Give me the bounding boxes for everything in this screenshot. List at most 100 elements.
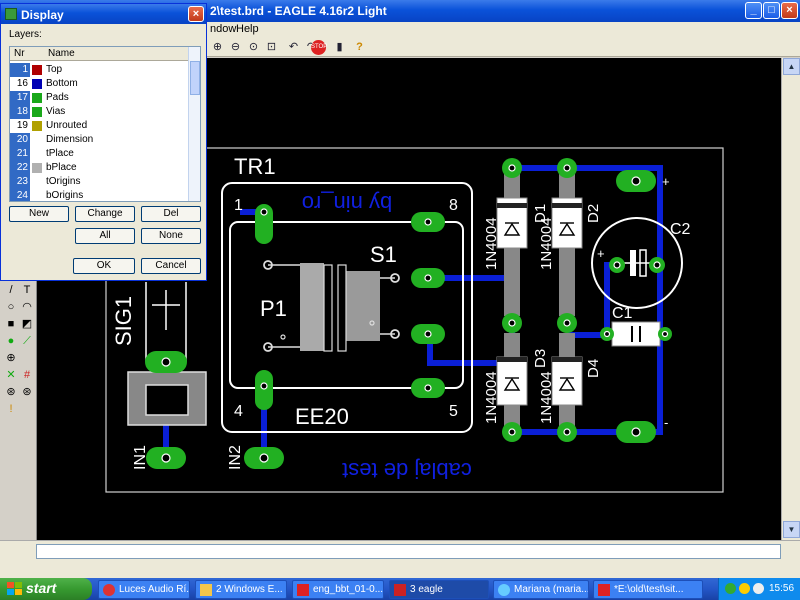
arc-tool-icon[interactable]: ◠ — [20, 301, 34, 315]
hole-tool-icon[interactable]: ⊕ — [4, 352, 18, 366]
label-c2: C2 — [670, 221, 691, 238]
messenger-icon — [498, 584, 510, 596]
ratsnest-tool-icon[interactable]: ✕ — [4, 369, 18, 383]
circle-tool-icon[interactable]: ○ — [4, 301, 18, 315]
diode-d3 — [496, 333, 528, 431]
messenger-tray-icon[interactable] — [739, 583, 750, 594]
layer-row[interactable]: 18 Vias — [10, 105, 188, 119]
task-eagle[interactable]: 3 eagle — [389, 580, 489, 599]
via-tool-icon[interactable]: ● — [4, 335, 18, 349]
del-button[interactable]: Del — [141, 206, 201, 222]
layer-row[interactable]: 19 Unrouted — [10, 119, 188, 133]
diode-d1 — [496, 170, 528, 316]
label-minus: - — [664, 415, 668, 430]
layer-row[interactable]: 16 Bottom — [10, 77, 188, 91]
scroll-down-icon[interactable]: ▼ — [783, 521, 800, 538]
diode-d4 — [551, 333, 583, 431]
all-button[interactable]: All — [75, 228, 135, 244]
layer-color-swatch — [32, 191, 42, 201]
layer-row[interactable]: 22 bPlace — [10, 161, 188, 175]
drc-tool-icon[interactable]: ⊛ — [4, 386, 18, 400]
menu-window[interactable]: ndow — [210, 23, 236, 35]
column-name[interactable]: Name — [48, 48, 75, 59]
layer-row[interactable]: 23 tOrigins — [10, 175, 188, 189]
layer-number: 20 — [10, 133, 30, 147]
task-luces[interactable]: Luces Audio Rí... — [98, 580, 190, 599]
rect-tool-icon[interactable]: ■ — [4, 318, 18, 332]
errors-tool-icon[interactable]: ⊛ — [20, 386, 34, 400]
start-button[interactable]: start — [0, 578, 92, 600]
polygon-tool-icon[interactable]: ◩ — [20, 318, 34, 332]
help-icon[interactable]: ? — [352, 40, 367, 55]
layer-name: Vias — [46, 106, 66, 117]
layer-row[interactable]: 17 Pads — [10, 91, 188, 105]
warning-icon[interactable]: ! — [4, 403, 18, 417]
layer-color-swatch — [32, 107, 42, 117]
close-button[interactable]: × — [781, 2, 798, 19]
text-tool-icon[interactable]: T — [20, 284, 34, 298]
editor-icon — [598, 584, 610, 596]
none-button[interactable]: None — [141, 228, 201, 244]
maximize-button[interactable]: □ — [763, 2, 780, 19]
vertical-scrollbar[interactable]: ▲ ▼ — [781, 58, 800, 540]
layer-list-scrollbar[interactable] — [188, 47, 200, 201]
layer-number: 1 — [10, 63, 30, 77]
label-1n4004-b: 1N4004 — [538, 217, 555, 270]
column-nr[interactable]: Nr — [14, 48, 25, 59]
clock: 15:56 — [769, 583, 795, 594]
task-mariana[interactable]: Mariana (maria... — [493, 580, 589, 599]
layer-number: 23 — [10, 175, 30, 189]
dialog-close-button[interactable]: × — [188, 6, 204, 22]
layers-label: Layers: — [9, 29, 42, 40]
task-notepad[interactable]: *E:\old\test\sit... — [593, 580, 703, 599]
autorouter-tool-icon[interactable]: # — [20, 369, 34, 383]
display-dialog: Display × Layers: Nr Name 1 Top 16 Bottom 17… — [0, 3, 207, 281]
layer-list[interactable]: Nr Name 1 Top 16 Bottom 17 Pads 18 Vias 19 Unrout… — [9, 46, 201, 202]
ok-button[interactable]: OK — [73, 258, 135, 274]
zoom-out-icon[interactable]: ⊖ — [228, 40, 243, 55]
layer-name: tPlace — [46, 148, 74, 159]
cancel-button[interactable]: Cancel — [141, 258, 201, 274]
label-in2: IN2 — [227, 445, 244, 470]
layer-row[interactable]: 20 Dimension — [10, 133, 188, 147]
label-ee20: EE20 — [295, 404, 349, 429]
volume-icon[interactable] — [753, 583, 764, 594]
wire-tool-icon[interactable]: / — [4, 284, 18, 298]
label-tr1: TR1 — [234, 154, 276, 179]
dialog-title-bar[interactable]: Display × — [1, 4, 206, 24]
layer-row[interactable]: 1 Top — [10, 63, 188, 77]
menu-help[interactable]: Help — [236, 23, 259, 35]
label-s1: S1 — [370, 242, 397, 267]
layer-color-swatch — [32, 177, 42, 187]
layer-name: bOrigins — [46, 190, 84, 201]
zoom-in-icon[interactable]: ⊕ — [210, 40, 225, 55]
c1-capacitor — [611, 321, 661, 347]
label-pin8: 8 — [449, 197, 458, 214]
route-tool-icon[interactable]: ⟋ — [20, 335, 34, 349]
label-1n4004-d: 1N4004 — [538, 371, 555, 424]
minimize-button[interactable]: _ — [745, 2, 762, 19]
undo-icon[interactable]: ↶ — [286, 40, 301, 55]
diode-d2 — [551, 170, 583, 316]
layer-row[interactable]: 21 tPlace — [10, 147, 188, 161]
stop-icon[interactable]: STOP — [311, 40, 327, 55]
task-eng-bbt[interactable]: eng_bbt_01-0... — [292, 580, 384, 599]
change-button[interactable]: Change — [75, 206, 135, 222]
layer-row[interactable]: 24 bOrigins — [10, 189, 188, 201]
new-button[interactable]: New — [9, 206, 69, 222]
label-cablaj-de-test: cablaj de test — [342, 458, 472, 483]
start-label: start — [26, 580, 57, 596]
command-line[interactable] — [36, 544, 781, 559]
label-by-nin-ro: by nin_ro — [302, 191, 393, 216]
label-pin1: 1 — [234, 197, 243, 214]
zoom-redraw-icon[interactable]: ⊙ — [246, 40, 261, 55]
network-icon[interactable] — [725, 583, 736, 594]
go-icon[interactable]: ▮ — [332, 40, 347, 55]
eagle-icon — [5, 8, 17, 20]
task-windows-explorer[interactable]: 2 Windows E... — [195, 580, 287, 599]
layer-list-scroll-thumb[interactable] — [190, 61, 200, 95]
scroll-up-icon[interactable]: ▲ — [783, 58, 800, 75]
label-c1: C1 — [612, 305, 633, 322]
zoom-area-icon[interactable]: ⊡ — [264, 40, 279, 55]
layer-name: Bottom — [46, 78, 78, 89]
